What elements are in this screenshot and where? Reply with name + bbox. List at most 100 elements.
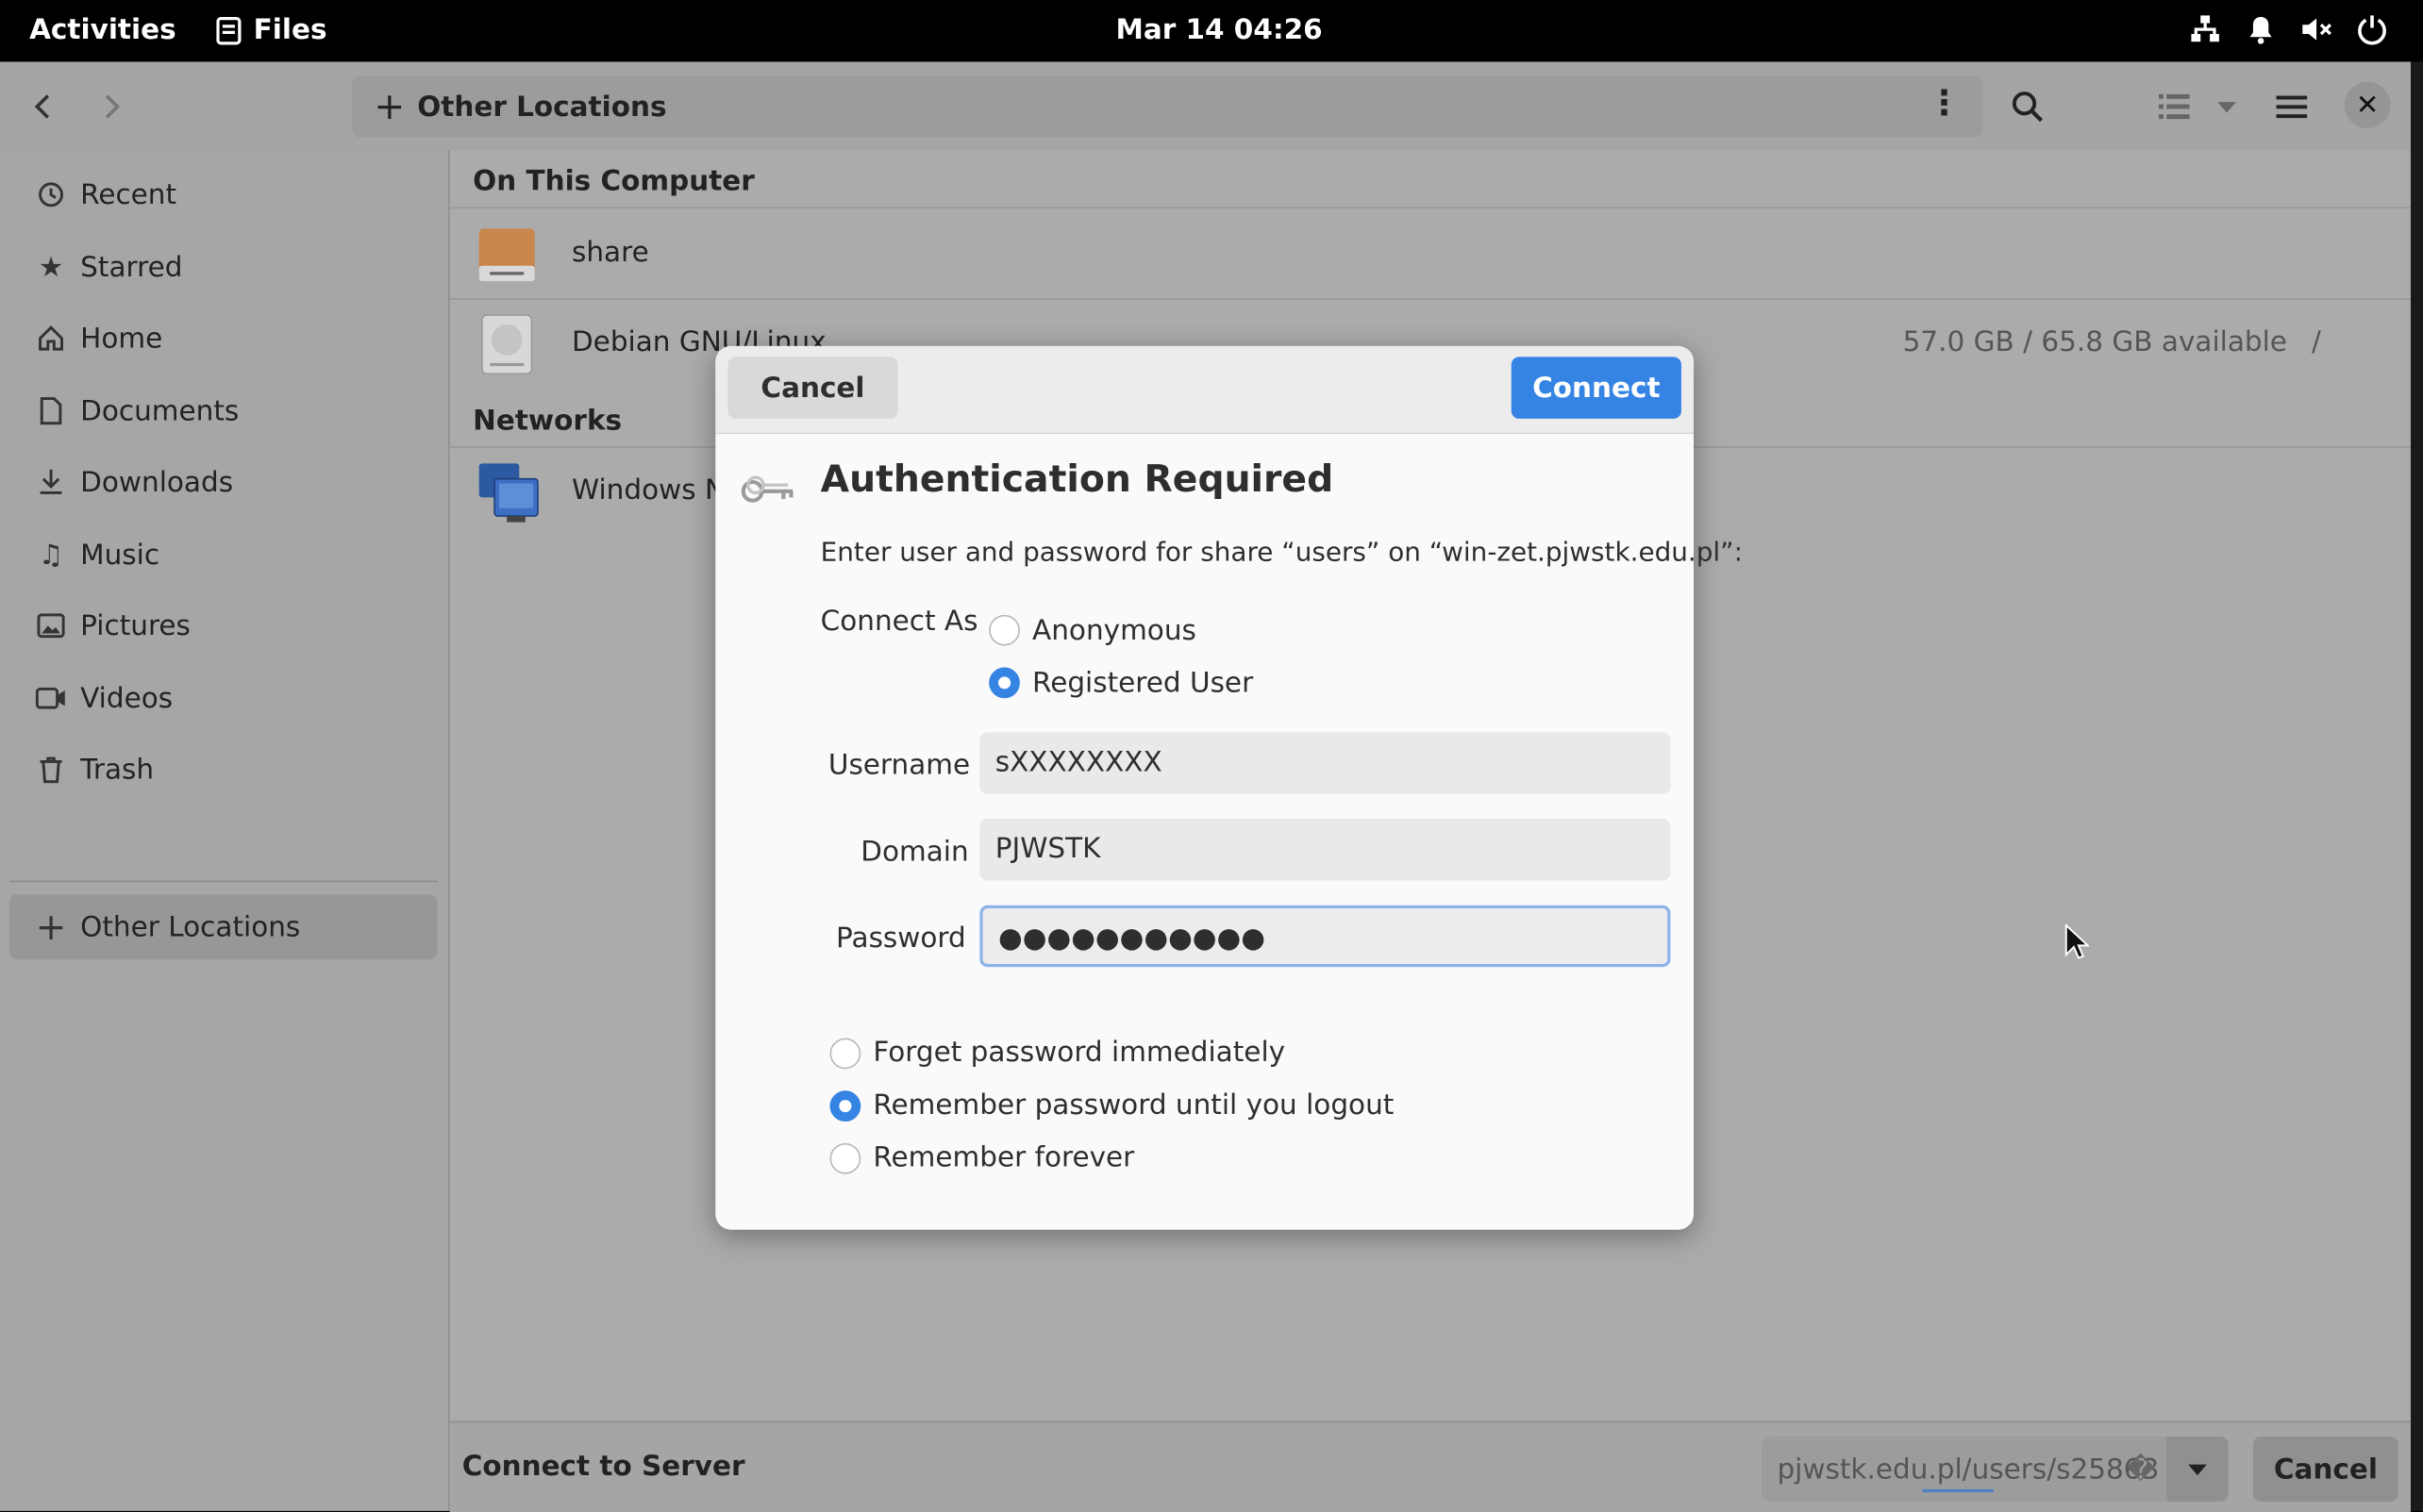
sidebar-item-label: Videos bbox=[80, 682, 174, 715]
top-bar: Activities Files Mar 14 04:26 bbox=[0, 0, 2423, 62]
sidebar-item-label: Music bbox=[80, 538, 160, 572]
sidebar-item-label: Trash bbox=[80, 753, 155, 786]
domain-label: Domain bbox=[861, 836, 969, 869]
bottom-cancel-button[interactable]: Cancel bbox=[2252, 1437, 2398, 1502]
app-menu[interactable]: Files bbox=[216, 14, 326, 46]
anonymous-radio[interactable] bbox=[989, 614, 1020, 646]
dialog-header: Cancel Connect bbox=[715, 345, 1695, 435]
sidebar-item-trash[interactable]: Trash bbox=[9, 737, 438, 802]
recent-servers-dropdown[interactable] bbox=[2166, 1437, 2229, 1502]
app-name: Files bbox=[253, 13, 327, 47]
section-on-this-computer: On This Computer bbox=[473, 165, 755, 198]
sidebar-item-videos[interactable]: Videos bbox=[9, 666, 438, 731]
network-icon[interactable] bbox=[2188, 12, 2222, 46]
sidebar-item-label: Documents bbox=[80, 394, 240, 427]
document-icon bbox=[31, 397, 72, 425]
sidebar-item-label: Home bbox=[80, 322, 163, 355]
sidebar-item-downloads[interactable]: Downloads bbox=[9, 450, 438, 515]
server-address-input[interactable]: pjwstk.edu.pl/users/s25863 � bbox=[1762, 1437, 2167, 1502]
sidebar: Recent ★ Starred Home Documents Download… bbox=[0, 149, 450, 1511]
search-button[interactable] bbox=[2001, 82, 2054, 131]
power-icon[interactable] bbox=[2355, 12, 2389, 46]
registered-user-radio[interactable] bbox=[989, 667, 1020, 699]
drive-icon bbox=[478, 228, 535, 282]
clock-icon bbox=[31, 181, 72, 208]
sidebar-item-label: Downloads bbox=[80, 465, 234, 499]
plus-icon: + bbox=[35, 905, 67, 949]
cancel-button[interactable]: Cancel bbox=[727, 357, 898, 419]
domain-input[interactable] bbox=[994, 819, 1645, 878]
connect-as-label: Connect As bbox=[820, 606, 978, 639]
picture-icon bbox=[31, 613, 72, 639]
forget-password-radio[interactable] bbox=[829, 1038, 861, 1070]
sidebar-item-music[interactable]: ♫ Music bbox=[9, 523, 438, 588]
network-computers-icon bbox=[478, 463, 539, 523]
sidebar-item-documents[interactable]: Documents bbox=[9, 378, 438, 443]
back-button[interactable] bbox=[19, 83, 65, 129]
domain-field[interactable] bbox=[979, 819, 1671, 881]
connect-button[interactable]: Connect bbox=[1511, 357, 1681, 419]
activities-button[interactable]: Activities bbox=[29, 14, 176, 46]
kebab-menu-icon[interactable]: ⋮ bbox=[1927, 85, 1961, 124]
chevron-left-icon bbox=[34, 94, 50, 119]
authentication-dialog: Cancel Connect Authentication Required E… bbox=[715, 345, 1743, 1230]
close-icon: ✕ bbox=[2355, 89, 2380, 122]
chevron-right-icon bbox=[105, 94, 121, 119]
clock[interactable]: Mar 14 04:26 bbox=[1115, 14, 1322, 46]
registered-user-label[interactable]: Registered User bbox=[1032, 668, 1253, 700]
sidebar-item-other-locations[interactable]: + Other Locations bbox=[8, 894, 438, 960]
sidebar-item-label: Pictures bbox=[80, 609, 191, 642]
home-icon bbox=[31, 324, 72, 352]
music-icon: ♫ bbox=[38, 538, 64, 572]
path-bar[interactable]: + Other Locations ⋮ bbox=[352, 75, 1983, 138]
main-menu-button[interactable] bbox=[2265, 82, 2318, 131]
dialog-message: Enter user and password for share “users… bbox=[820, 537, 1743, 569]
username-input[interactable] bbox=[994, 732, 1645, 791]
trash-icon bbox=[31, 756, 72, 784]
remember-forever-radio[interactable] bbox=[829, 1142, 861, 1174]
section-networks: Networks bbox=[473, 405, 623, 438]
location-row-share[interactable]: share bbox=[450, 211, 2411, 298]
location-name: share bbox=[571, 236, 649, 269]
sidebar-item-pictures[interactable]: Pictures bbox=[9, 593, 438, 658]
volume-muted-icon[interactable] bbox=[2299, 12, 2333, 46]
sidebar-item-recent[interactable]: Recent bbox=[9, 162, 438, 227]
mouse-pointer-icon bbox=[2064, 923, 2090, 959]
sidebar-item-label: Other Locations bbox=[80, 910, 301, 943]
password-label: Password bbox=[836, 922, 966, 955]
remember-forever-label[interactable]: Remember forever bbox=[873, 1141, 1134, 1173]
text-underline bbox=[1922, 1488, 1994, 1493]
system-tray[interactable] bbox=[2188, 12, 2389, 46]
list-view-button[interactable] bbox=[2148, 82, 2201, 131]
connect-to-server-label: Connect to Server bbox=[461, 1450, 745, 1484]
hamburger-menu-icon bbox=[2276, 95, 2308, 119]
password-field[interactable]: ●●●●●●●●●●● bbox=[979, 905, 1671, 968]
sidebar-item-starred[interactable]: ★ Starred bbox=[9, 235, 438, 300]
divider bbox=[449, 207, 2411, 209]
files-app-icon bbox=[216, 16, 242, 44]
server-address-value: pjwstk.edu.pl/users/s25863 bbox=[1777, 1454, 2160, 1487]
path-label: Other Locations bbox=[417, 91, 667, 125]
username-label: Username bbox=[827, 749, 971, 782]
username-field[interactable] bbox=[979, 732, 1671, 794]
search-icon bbox=[2012, 91, 2044, 123]
notification-bell-icon[interactable] bbox=[2244, 12, 2278, 46]
sidebar-item-label: Starred bbox=[80, 251, 183, 284]
disk-space: 57.0 GB / 65.8 GB available bbox=[1902, 325, 2287, 358]
chevron-down-icon bbox=[2217, 102, 2236, 113]
plus-icon: + bbox=[374, 85, 406, 128]
keys-icon bbox=[741, 475, 794, 503]
view-options-dropdown[interactable] bbox=[2200, 82, 2253, 131]
dialog-title: Authentication Required bbox=[820, 457, 1334, 501]
remember-until-logout-radio[interactable] bbox=[829, 1090, 861, 1122]
header-bar: + Other Locations ⋮ ✕ bbox=[0, 61, 2411, 152]
forget-password-label[interactable]: Forget password immediately bbox=[873, 1037, 1285, 1069]
close-window-button[interactable]: ✕ bbox=[2344, 81, 2391, 128]
sidebar-item-home[interactable]: Home bbox=[9, 306, 438, 371]
list-view-icon bbox=[2159, 93, 2190, 120]
mount-point: / bbox=[2312, 325, 2321, 358]
anonymous-label[interactable]: Anonymous bbox=[1032, 615, 1196, 647]
window-edge bbox=[2410, 61, 2423, 1511]
remember-until-logout-label[interactable]: Remember password until you logout bbox=[873, 1089, 1394, 1122]
forward-button[interactable] bbox=[90, 83, 136, 129]
